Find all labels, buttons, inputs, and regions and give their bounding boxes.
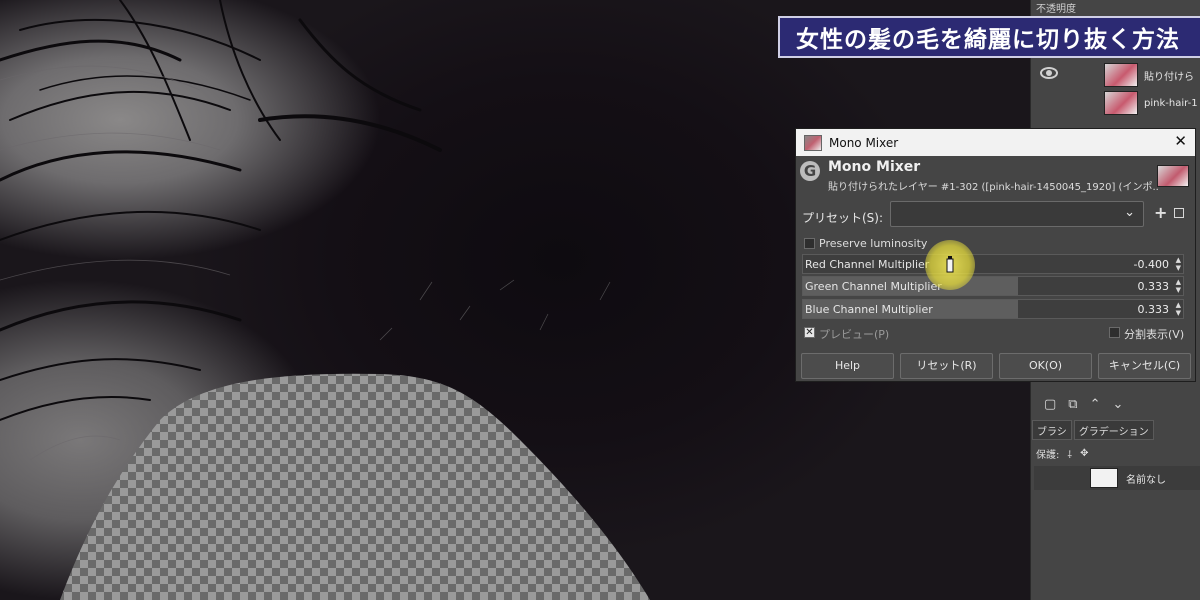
duplicate-layer-icon[interactable]: ⧉ (1068, 397, 1077, 412)
dialog-titlebar[interactable]: Mono Mixer ✕ (796, 129, 1195, 156)
gimp-window-icon (804, 134, 822, 151)
lower-layer-icon[interactable]: ⌄ (1113, 397, 1124, 412)
preset-menu-icon[interactable] (1174, 208, 1184, 218)
split-view-checkbox[interactable] (1109, 327, 1120, 338)
layer-thumbnail (1104, 63, 1138, 87)
layer-item[interactable]: 貼り付けら (1036, 62, 1200, 88)
slider-value: 0.333 (1137, 280, 1170, 293)
spin-arrows-icon[interactable]: ▲ ▼ (1176, 301, 1181, 317)
mono-mixer-dialog: Mono Mixer ✕ G Mono Mixer 貼り付けられたレイヤー #1… (795, 128, 1196, 382)
tab-gradients[interactable]: グラデーション (1073, 420, 1154, 440)
brush-name: 名前なし (1126, 474, 1166, 486)
ok-button[interactable]: OK(O) (999, 353, 1092, 379)
spin-arrows-icon[interactable]: ▲ ▼ (1176, 278, 1181, 294)
preserve-luminosity-label: Preserve luminosity (819, 237, 928, 250)
close-icon[interactable]: ✕ (1174, 132, 1187, 150)
layer-thumbnail (1104, 91, 1138, 115)
dialog-header: G Mono Mixer 貼り付けられたレイヤー #1-302 ([pink-h… (796, 157, 1195, 195)
add-preset-icon[interactable]: + (1154, 203, 1167, 222)
new-layer-icon[interactable]: ▢ (1044, 397, 1056, 412)
slider-label: Green Channel Multiplier (805, 280, 942, 293)
green-channel-slider[interactable]: Green Channel Multiplier 0.333 ▲ ▼ (802, 276, 1184, 296)
slider-value: 0.333 (1137, 303, 1170, 316)
dock-tabs: ブラシ グラデーション (1032, 420, 1200, 440)
lock-position-icon[interactable]: ✥ (1080, 448, 1088, 459)
cancel-button[interactable]: キャンセル(C) (1098, 353, 1191, 379)
slider-value: -0.400 (1133, 258, 1169, 271)
mouse-cursor-icon (946, 256, 954, 273)
preserve-luminosity-checkbox[interactable] (804, 238, 815, 249)
split-view-label: 分割表示(V) (1124, 328, 1185, 341)
slider-label: Blue Channel Multiplier (805, 303, 933, 316)
brush-item[interactable]: 名前なし (1034, 466, 1200, 490)
dialog-subtitle: 貼り付けられたレイヤー #1-302 ([pink-hair-1450045_1… (828, 182, 1158, 193)
preset-dropdown[interactable]: ⌄ (890, 201, 1144, 227)
blue-channel-slider[interactable]: Blue Channel Multiplier 0.333 ▲ ▼ (802, 299, 1184, 319)
lock-pixels-icon[interactable]: ⸸ (1067, 447, 1072, 461)
slider-label: Red Channel Multiplier (805, 258, 930, 271)
gegl-icon: G (800, 161, 820, 181)
layer-item[interactable]: pink-hair-1 (1036, 90, 1200, 116)
spin-arrows-icon[interactable]: ▲ ▼ (1176, 256, 1181, 272)
opacity-label: 不透明度 (1036, 4, 1076, 15)
reset-button[interactable]: リセット(R) (900, 353, 993, 379)
help-button[interactable]: Help (801, 353, 894, 379)
brush-thumbnail (1090, 468, 1118, 488)
layers-toolbar: ▢ ⧉ ⌃ ⌄ (1034, 392, 1200, 416)
chevron-down-icon: ⌄ (1124, 205, 1135, 220)
preview-checkbox[interactable]: ✕ (804, 327, 815, 338)
layer-name: pink-hair-1 (1144, 97, 1198, 109)
title-banner: 女性の髪の毛を綺麗に切り抜く方法 (778, 16, 1200, 58)
dialog-title: Mono Mixer (828, 159, 921, 175)
red-channel-slider[interactable]: Red Channel Multiplier -0.400 ▲ ▼ (802, 254, 1184, 274)
window-title: Mono Mixer (829, 135, 899, 150)
raise-layer-icon[interactable]: ⌃ (1090, 397, 1101, 412)
protect-row: 保護: ⸸ ✥ (1036, 446, 1088, 461)
tab-brushes[interactable]: ブラシ (1032, 420, 1072, 440)
protect-label: 保護: (1036, 450, 1060, 461)
check-mark-icon: ✕ (805, 327, 814, 338)
layer-name: 貼り付けら (1144, 71, 1194, 83)
preset-label: プリセット(S): (802, 211, 884, 225)
preview-label: プレビュー(P) (819, 328, 890, 341)
layer-preview-thumbnail (1157, 165, 1189, 187)
